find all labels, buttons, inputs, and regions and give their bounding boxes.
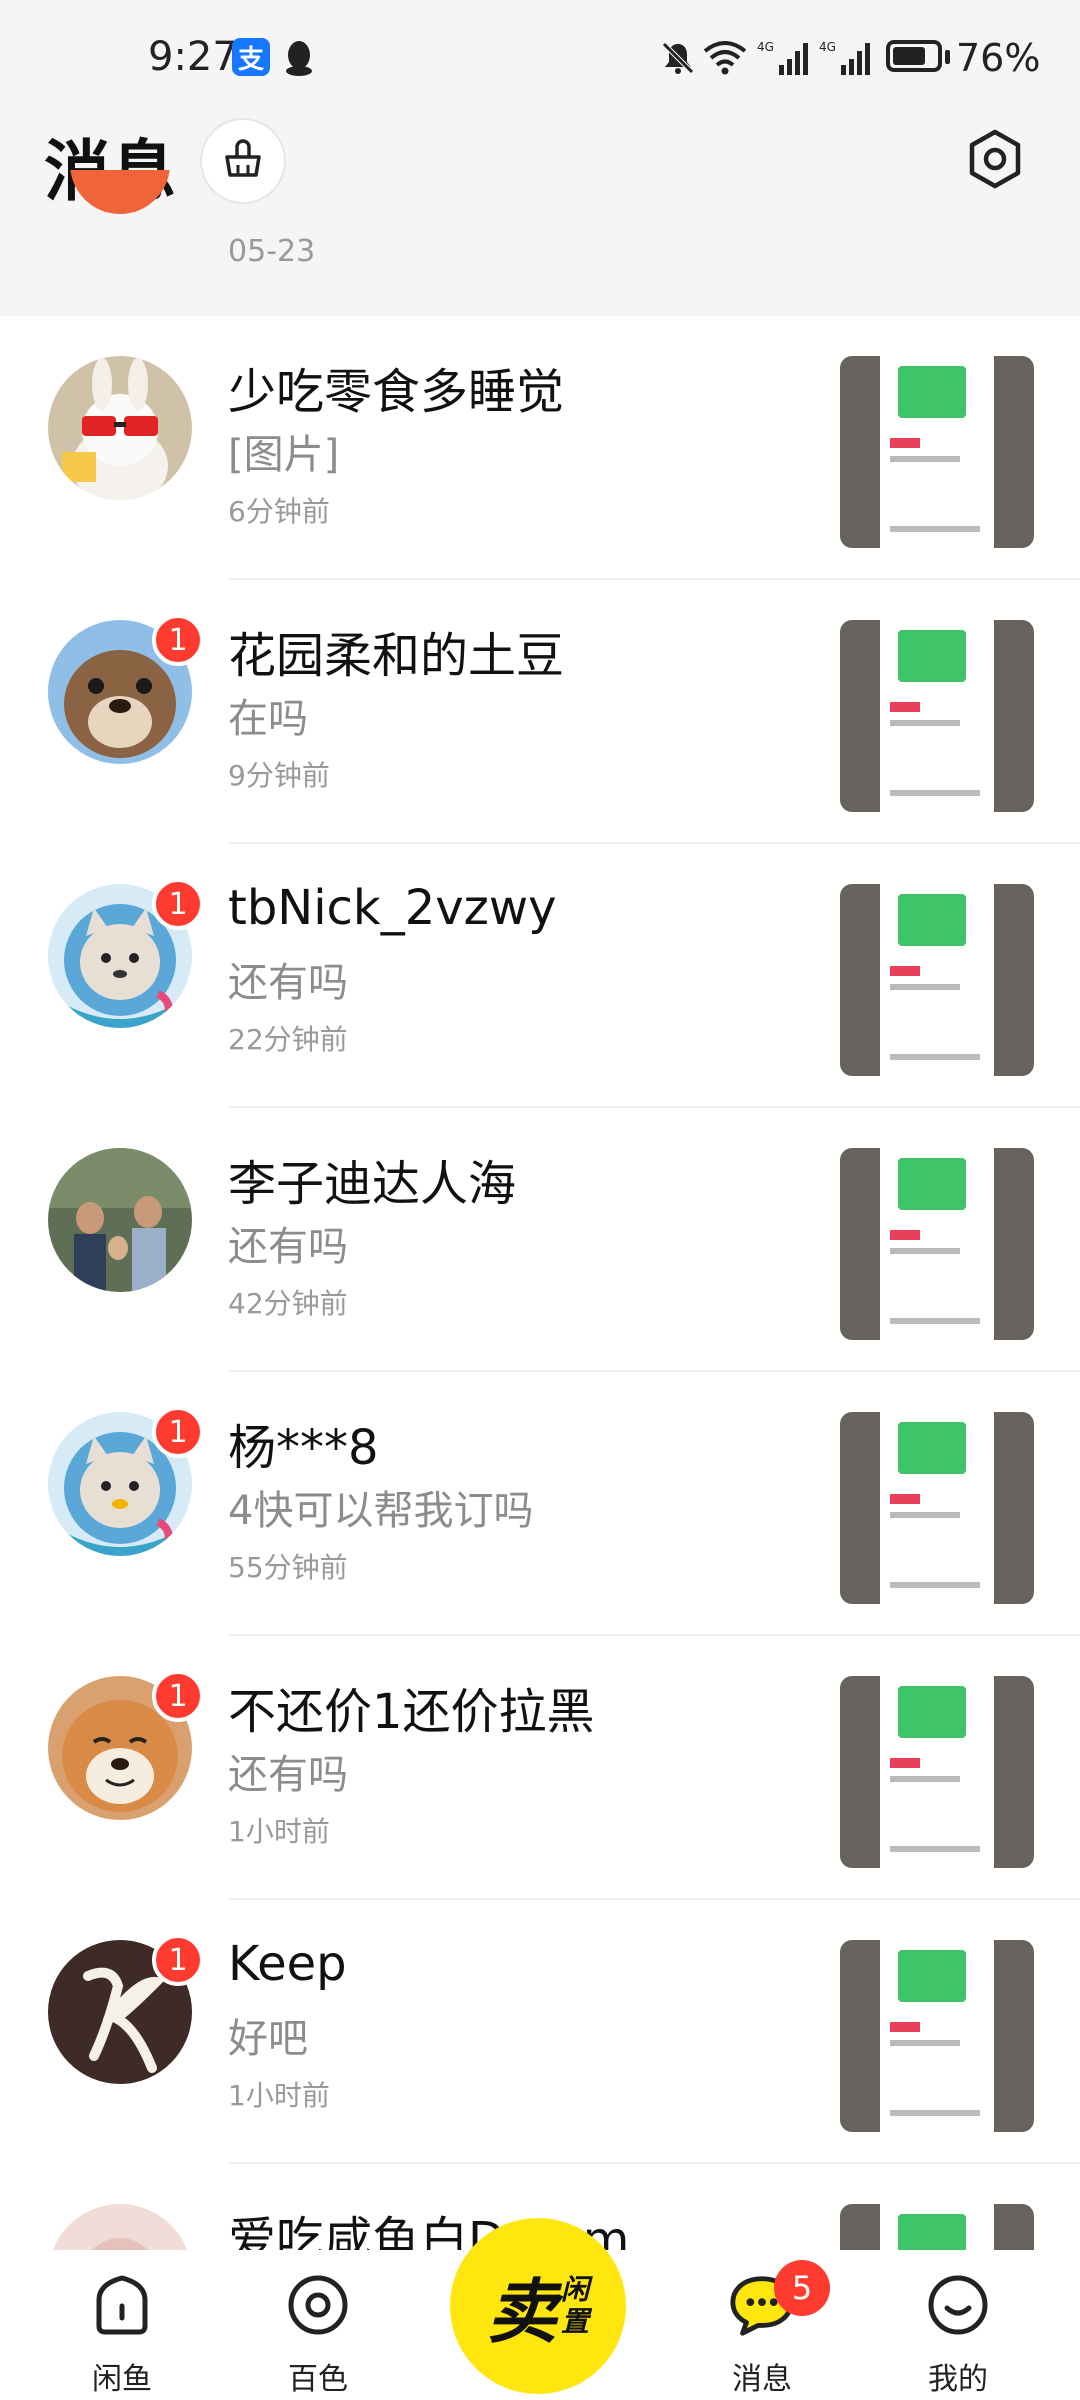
mute-icon xyxy=(658,38,698,78)
qq-icon xyxy=(282,38,316,78)
conversation-name: 不还价1还价拉黑 xyxy=(228,1684,595,1740)
avatar[interactable] xyxy=(48,1148,192,1292)
sell-sub-label-bottom: 置 xyxy=(560,2305,589,2338)
tab-label: 百色 xyxy=(288,2362,348,2397)
conversation-preview: 还有吗 xyxy=(228,1752,348,1798)
conversation-name: 花园柔和的土豆 xyxy=(228,628,565,684)
smile-face-icon xyxy=(923,2270,993,2340)
sell-main-label: 卖 xyxy=(486,2270,557,2353)
conversation-preview: 4快可以帮我订吗 xyxy=(228,1488,534,1534)
clean-unread-button[interactable] xyxy=(200,118,286,204)
avatar[interactable] xyxy=(48,2204,192,2250)
gear-icon xyxy=(964,128,1026,194)
conversation-row[interactable]: 1 Keep 好吧 1小时前 xyxy=(0,1900,1080,2164)
item-thumbnail[interactable] xyxy=(840,884,1034,1076)
conversation-row[interactable]: 1 花园柔和的土豆 在吗 9分钟前 xyxy=(0,580,1080,844)
conversation-row[interactable]: 1 tbNick_2vzwy 还有吗 22分钟前 xyxy=(0,844,1080,1108)
unread-badge: 1 xyxy=(152,878,204,930)
settings-button[interactable] xyxy=(962,128,1028,194)
svg-text:4G: 4G xyxy=(819,40,836,54)
avatar[interactable] xyxy=(48,356,192,500)
item-thumbnail[interactable] xyxy=(840,1676,1034,1868)
item-thumbnail[interactable] xyxy=(840,356,1034,548)
item-thumbnail[interactable] xyxy=(840,1148,1034,1340)
item-thumbnail[interactable] xyxy=(840,620,1034,812)
status-bar: 9:27 支 4G 4G 76% xyxy=(0,0,1080,120)
conversation-preview: 好吧 xyxy=(228,2016,308,2062)
conversation-preview: 还有吗 xyxy=(228,960,348,1006)
battery-percent: 76% xyxy=(956,36,1041,80)
conversation-time: 1小时前 xyxy=(228,2079,330,2112)
pinned-conversation-avatar[interactable] xyxy=(70,170,170,234)
sell-sub-label-top: 闲 xyxy=(560,2273,589,2306)
conversation-list[interactable]: 少吃零食多睡觉 [图片] 6分钟前 1 花园柔和的土豆 在吗 9分钟前 1 tb… xyxy=(0,316,1080,2250)
signal-4g-icon: 4G xyxy=(818,38,874,78)
battery-level-fill xyxy=(893,47,925,65)
conversation-time: 22分钟前 xyxy=(228,1023,348,1056)
pinned-conversation-date: 05-23 xyxy=(228,234,316,269)
unread-badge: 1 xyxy=(152,1934,204,1986)
status-time: 9:27 xyxy=(148,34,238,80)
conversation-time: 6分钟前 xyxy=(228,495,330,528)
conversation-time: 1小时前 xyxy=(228,1815,330,1848)
conversation-preview: 在吗 xyxy=(228,696,308,742)
svg-text:4G: 4G xyxy=(757,40,774,54)
sell-button[interactable]: 卖 闲 置 xyxy=(450,2218,626,2394)
circle-target-icon xyxy=(283,2270,353,2340)
tab-label: 闲鱼 xyxy=(92,2362,152,2397)
conversation-time: 55分钟前 xyxy=(228,1551,348,1584)
item-thumbnail[interactable] xyxy=(840,1412,1034,1604)
conversation-name: 李子迪达人海 xyxy=(228,1156,517,1212)
conversation-time: 42分钟前 xyxy=(228,1287,348,1320)
conversation-row[interactable]: 1 杨***8 4快可以帮我订吗 55分钟前 xyxy=(0,1372,1080,1636)
conversation-preview: 还有吗 xyxy=(228,1224,348,1270)
conversation-row[interactable]: 1 不还价1还价拉黑 还有吗 1小时前 xyxy=(0,1636,1080,1900)
conversation-name: tbNick_2vzwy xyxy=(228,880,557,936)
conversation-name: 少吃零食多睡觉 xyxy=(228,364,565,420)
battery-cap xyxy=(945,50,950,64)
conversation-time: 9分钟前 xyxy=(228,759,330,792)
signal-4g-icon: 4G xyxy=(756,38,812,78)
conversation-name: 杨***8 xyxy=(228,1420,379,1476)
item-thumbnail[interactable] xyxy=(840,1940,1034,2132)
unread-badge: 1 xyxy=(152,1406,204,1458)
tab-label: 消息 xyxy=(732,2362,792,2397)
alipay-icon: 支 xyxy=(232,38,270,76)
item-thumbnail[interactable] xyxy=(840,2204,1034,2250)
conversation-preview: [图片] xyxy=(228,432,340,478)
tab-label: 我的 xyxy=(928,2362,988,2397)
broom-icon xyxy=(221,139,265,183)
battery-icon xyxy=(886,40,942,72)
conversation-row[interactable]: 李子迪达人海 还有吗 42分钟前 xyxy=(0,1108,1080,1372)
unread-badge: 1 xyxy=(152,1670,204,1722)
top-region: 9:27 支 4G 4G 76% 消息 05-23 xyxy=(0,0,1080,316)
wifi-icon xyxy=(702,38,748,78)
tab-home[interactable]: 闲鱼 xyxy=(52,2250,192,2400)
messages-badge: 5 xyxy=(774,2260,830,2316)
conversation-row[interactable]: 少吃零食多睡觉 [图片] 6分钟前 xyxy=(0,316,1080,580)
home-icon xyxy=(87,2270,157,2340)
tab-profile[interactable]: 我的 xyxy=(888,2250,1028,2400)
unread-badge: 1 xyxy=(152,614,204,666)
tab-discover[interactable]: 百色 xyxy=(248,2250,388,2400)
conversation-name: Keep xyxy=(228,1936,347,1992)
